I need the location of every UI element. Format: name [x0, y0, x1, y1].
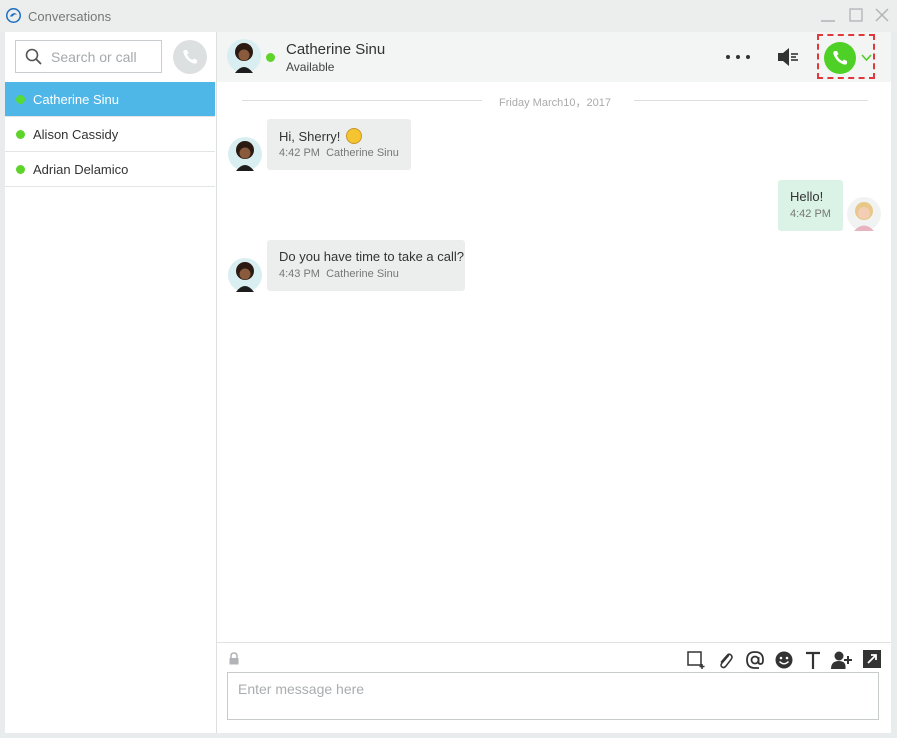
contact-title: Catherine Sinu [286, 41, 386, 58]
screenshot-icon[interactable] [686, 650, 706, 670]
mention-icon[interactable] [745, 650, 765, 670]
message-bubble-own: Hello! 4:42 PM [778, 180, 843, 231]
presence-dot [16, 130, 25, 139]
message-time: 4:42 PM [790, 208, 831, 220]
window-title: Conversations [28, 9, 112, 24]
lock-icon [229, 652, 239, 665]
message-text: Hello! [790, 189, 824, 204]
close-icon[interactable] [872, 6, 892, 26]
presence-dot [266, 53, 275, 62]
avatar[interactable] [227, 39, 261, 73]
title-bar: Conversations [0, 0, 897, 32]
speaker-icon[interactable] [776, 46, 800, 68]
date-text: Friday March10，2017 [499, 97, 611, 109]
message-meta: 4:42 PM Catherine Sinu [279, 147, 399, 159]
contact-name: Adrian Delamico [33, 162, 129, 177]
search-icon [25, 48, 42, 65]
contact-status: Available [286, 60, 335, 74]
message-text: Hi, Sherry! [279, 128, 363, 144]
phone-icon [833, 51, 847, 65]
compose-toolbar [217, 642, 891, 673]
maximize-icon[interactable] [846, 6, 866, 26]
popout-icon[interactable] [863, 650, 881, 668]
call-button[interactable] [824, 42, 856, 74]
avatar[interactable] [228, 258, 262, 292]
paperclip-icon[interactable] [716, 650, 734, 670]
search-input[interactable]: Search or call [15, 40, 162, 73]
message-input[interactable]: Enter message here [227, 672, 879, 720]
chevron-down-icon[interactable] [861, 54, 872, 62]
dial-button[interactable] [173, 40, 207, 74]
more-options-icon[interactable] [725, 54, 751, 60]
date-separator: Friday March10，2017 [242, 92, 868, 109]
sidebar: Search or call Catherine Sinu Alison Cas… [5, 32, 217, 733]
my-avatar[interactable] [847, 197, 881, 231]
contact-name: Catherine Sinu [33, 92, 119, 107]
chat-header: Catherine Sinu Available [217, 32, 891, 82]
call-button-highlight[interactable] [817, 34, 875, 79]
add-participant-icon[interactable] [831, 650, 853, 670]
message-bubble: Hi, Sherry! 4:42 PM Catherine Sinu [267, 119, 411, 170]
contact-list: Catherine Sinu Alison Cassidy Adrian Del… [5, 82, 215, 187]
contact-item-catherine-sinu[interactable]: Catherine Sinu [5, 82, 215, 117]
message-meta: 4:43 PM Catherine Sinu [279, 268, 399, 280]
avatar[interactable] [228, 137, 262, 171]
contact-item-alison-cassidy[interactable]: Alison Cassidy [5, 117, 215, 152]
phone-icon [183, 50, 197, 64]
presence-dot [16, 95, 25, 104]
smiley-icon [346, 128, 363, 144]
search-placeholder: Search or call [51, 49, 137, 65]
contact-item-adrian-delamico[interactable]: Adrian Delamico [5, 152, 215, 187]
emoji-icon[interactable] [774, 650, 794, 670]
message-text: Do you have time to take a call? [279, 249, 464, 264]
presence-dot [16, 165, 25, 174]
chat-panel: Catherine Sinu Available Friday March10，… [217, 32, 891, 733]
message-bubble: Do you have time to take a call? 4:43 PM… [267, 240, 465, 291]
app-logo-icon [6, 8, 21, 23]
message-placeholder: Enter message here [238, 681, 365, 697]
text-format-icon[interactable] [804, 650, 822, 670]
minimize-icon[interactable] [818, 6, 838, 26]
contact-name: Alison Cassidy [33, 127, 119, 142]
conversations-window: Conversations Search or call Catherine S… [0, 0, 897, 738]
